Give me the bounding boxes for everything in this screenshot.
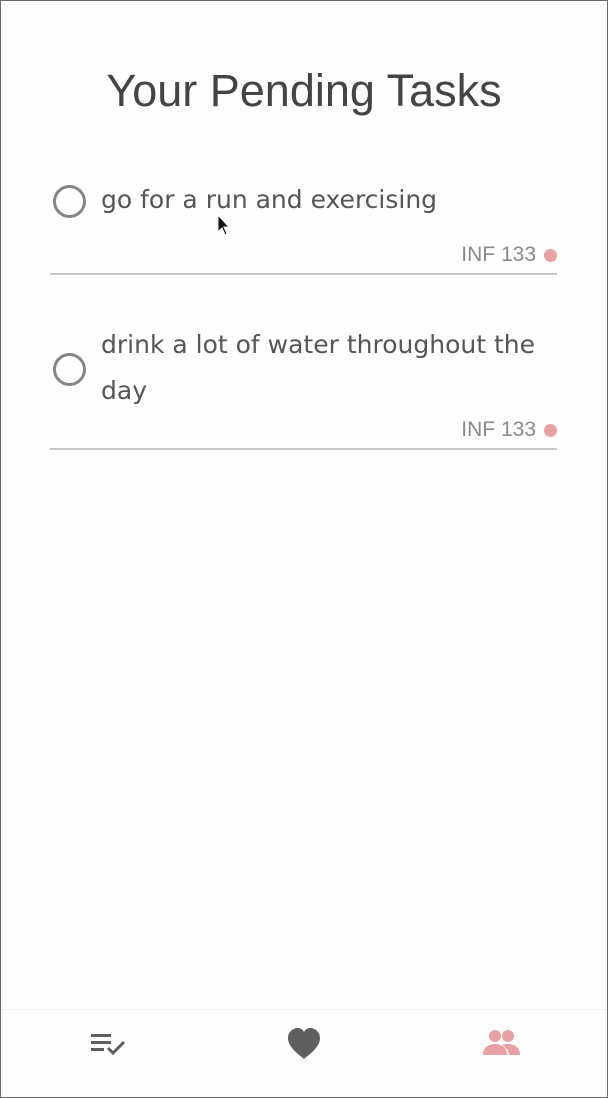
priority-dot <box>544 248 557 262</box>
course-label: INF 133 <box>461 243 536 266</box>
nav-tasks[interactable] <box>78 1024 138 1064</box>
heart-icon <box>288 1028 320 1059</box>
task-text: drink a lot of water throughout the day <box>101 330 535 405</box>
task-item: go for a run and exercising INF 133 <box>50 171 557 275</box>
task-meta: INF 133 <box>461 241 557 269</box>
playlist-check-icon <box>91 1034 126 1056</box>
page-title: Your Pending Tasks <box>106 65 502 116</box>
nav-favorites[interactable] <box>274 1024 334 1064</box>
task-item: drink a lot of water throughout the day … <box>50 275 557 450</box>
mouse-pointer-icon <box>217 214 231 236</box>
task-meta: INF 133 <box>461 416 557 444</box>
people-icon <box>483 1030 520 1055</box>
course-label: INF 133 <box>461 418 536 441</box>
task-checkbox[interactable] <box>53 353 86 386</box>
task-checkbox[interactable] <box>53 185 86 218</box>
task-text: go for a run and exercising <box>101 185 438 214</box>
priority-dot <box>544 423 557 437</box>
bottom-navigation <box>1 1009 607 1097</box>
app-frame: Your Pending Tasks go for a run and exer… <box>0 0 608 1098</box>
nav-people[interactable] <box>471 1024 531 1064</box>
